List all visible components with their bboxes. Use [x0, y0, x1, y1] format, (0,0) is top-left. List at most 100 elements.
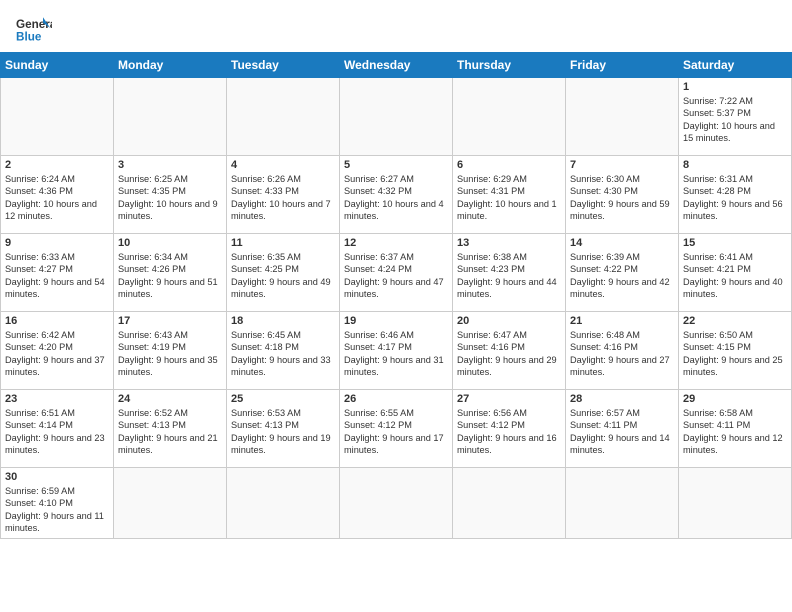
day-number: 15 — [683, 237, 787, 249]
day-number: 2 — [5, 159, 109, 171]
weekday-header-monday: Monday — [114, 53, 227, 78]
day-info: Sunrise: 6:48 AM Sunset: 4:16 PM Dayligh… — [570, 330, 670, 377]
calendar-cell: 8Sunrise: 6:31 AM Sunset: 4:28 PM Daylig… — [679, 156, 792, 234]
day-number: 7 — [570, 159, 674, 171]
calendar-cell: 12 Sunrise: 6:37 AM Sunset: 4:24 PM Dayli… — [340, 234, 453, 312]
calendar-cell — [679, 468, 792, 539]
calendar-cell: 14Sunrise: 6:39 AM Sunset: 4:22 PM Dayli… — [566, 234, 679, 312]
day-info: Sunrise: 6:38 AM Sunset: 4:23 PM Dayligh… — [457, 252, 557, 299]
day-info: Sunrise: 6:37 AM Sunset: 4:24 PM Dayligh… — [344, 252, 444, 299]
calendar-cell: 15 Sunrise: 6:41 AM Sunset: 4:21 PM Dayli… — [679, 234, 792, 312]
day-info: Sunrise: 6:57 AM Sunset: 4:11 PM Dayligh… — [570, 408, 670, 455]
logo-icon: General Blue — [16, 10, 52, 46]
calendar-cell — [114, 468, 227, 539]
day-info: Sunrise: 6:42 AM Sunset: 4:20 PM Dayligh… — [5, 330, 105, 377]
calendar-cell: 21 Sunrise: 6:48 AM Sunset: 4:16 PM Dayli… — [566, 312, 679, 390]
day-number: 16 — [5, 315, 109, 327]
calendar-cell: 5 Sunrise: 6:27 AM Sunset: 4:32 PM Daylig… — [340, 156, 453, 234]
day-info: Sunrise: 7:22 AM Sunset: 5:37 PM Dayligh… — [683, 96, 775, 143]
weekday-header-saturday: Saturday — [679, 53, 792, 78]
calendar-cell — [566, 468, 679, 539]
day-number: 19 — [344, 315, 448, 327]
day-number: 30 — [5, 471, 109, 483]
calendar-cell — [227, 78, 340, 156]
day-number: 11 — [231, 237, 335, 249]
day-number: 18 — [231, 315, 335, 327]
week-row-5: 23 Sunrise: 6:51 AM Sunset: 4:14 PM Dayli… — [1, 390, 792, 468]
calendar-cell — [1, 78, 114, 156]
calendar-cell: 1Sunrise: 7:22 AM Sunset: 5:37 PM Daylig… — [679, 78, 792, 156]
calendar-cell: 20 Sunrise: 6:47 AM Sunset: 4:16 PM Dayli… — [453, 312, 566, 390]
day-number: 6 — [457, 159, 561, 171]
calendar-cell: 27Sunrise: 6:56 AM Sunset: 4:12 PM Dayli… — [453, 390, 566, 468]
calendar-cell: 30Sunrise: 6:59 AM Sunset: 4:10 PM Dayli… — [1, 468, 114, 539]
calendar-cell: 3 Sunrise: 6:25 AM Sunset: 4:35 PM Daylig… — [114, 156, 227, 234]
logo: General Blue — [16, 10, 52, 46]
calendar-cell: 2 Sunrise: 6:24 AM Sunset: 4:36 PM Daylig… — [1, 156, 114, 234]
day-info: Sunrise: 6:33 AM Sunset: 4:27 PM Dayligh… — [5, 252, 105, 299]
day-info: Sunrise: 6:25 AM Sunset: 4:35 PM Dayligh… — [118, 174, 218, 221]
calendar-cell: 18Sunrise: 6:45 AM Sunset: 4:18 PM Dayli… — [227, 312, 340, 390]
calendar-table: SundayMondayTuesdayWednesdayThursdayFrid… — [0, 52, 792, 539]
calendar-cell: 28 Sunrise: 6:57 AM Sunset: 4:11 PM Dayli… — [566, 390, 679, 468]
calendar-cell: 6Sunrise: 6:29 AM Sunset: 4:31 PM Daylig… — [453, 156, 566, 234]
calendar-cell: 7Sunrise: 6:30 AM Sunset: 4:30 PM Daylig… — [566, 156, 679, 234]
day-number: 29 — [683, 393, 787, 405]
day-info: Sunrise: 6:34 AM Sunset: 4:26 PM Dayligh… — [118, 252, 218, 299]
calendar-cell — [340, 78, 453, 156]
calendar-cell: 25Sunrise: 6:53 AM Sunset: 4:13 PM Dayli… — [227, 390, 340, 468]
day-info: Sunrise: 6:52 AM Sunset: 4:13 PM Dayligh… — [118, 408, 218, 455]
calendar-cell: 10 Sunrise: 6:34 AM Sunset: 4:26 PM Dayli… — [114, 234, 227, 312]
week-row-1: 1Sunrise: 7:22 AM Sunset: 5:37 PM Daylig… — [1, 78, 792, 156]
day-number: 12 — [344, 237, 448, 249]
day-number: 23 — [5, 393, 109, 405]
calendar-cell: 23 Sunrise: 6:51 AM Sunset: 4:14 PM Dayli… — [1, 390, 114, 468]
calendar-cell: 9Sunrise: 6:33 AM Sunset: 4:27 PM Daylig… — [1, 234, 114, 312]
day-number: 22 — [683, 315, 787, 327]
day-number: 5 — [344, 159, 448, 171]
day-number: 4 — [231, 159, 335, 171]
day-number: 17 — [118, 315, 222, 327]
page-header: General Blue — [0, 0, 792, 52]
calendar-cell: 24Sunrise: 6:52 AM Sunset: 4:13 PM Dayli… — [114, 390, 227, 468]
day-number: 20 — [457, 315, 561, 327]
week-row-6: 30Sunrise: 6:59 AM Sunset: 4:10 PM Dayli… — [1, 468, 792, 539]
week-row-4: 16 Sunrise: 6:42 AM Sunset: 4:20 PM Dayli… — [1, 312, 792, 390]
day-info: Sunrise: 6:24 AM Sunset: 4:36 PM Dayligh… — [5, 174, 97, 221]
calendar-cell — [453, 468, 566, 539]
day-info: Sunrise: 6:26 AM Sunset: 4:33 PM Dayligh… — [231, 174, 331, 221]
day-info: Sunrise: 6:41 AM Sunset: 4:21 PM Dayligh… — [683, 252, 783, 299]
day-info: Sunrise: 6:55 AM Sunset: 4:12 PM Dayligh… — [344, 408, 444, 455]
day-number: 13 — [457, 237, 561, 249]
day-info: Sunrise: 6:50 AM Sunset: 4:15 PM Dayligh… — [683, 330, 783, 377]
calendar-cell: 4 Sunrise: 6:26 AM Sunset: 4:33 PM Daylig… — [227, 156, 340, 234]
day-info: Sunrise: 6:31 AM Sunset: 4:28 PM Dayligh… — [683, 174, 783, 221]
calendar-cell: 19 Sunrise: 6:46 AM Sunset: 4:17 PM Dayli… — [340, 312, 453, 390]
calendar-cell: 16 Sunrise: 6:42 AM Sunset: 4:20 PM Dayli… — [1, 312, 114, 390]
day-number: 21 — [570, 315, 674, 327]
calendar-cell: 17Sunrise: 6:43 AM Sunset: 4:19 PM Dayli… — [114, 312, 227, 390]
week-row-2: 2 Sunrise: 6:24 AM Sunset: 4:36 PM Daylig… — [1, 156, 792, 234]
calendar-cell: 22 Sunrise: 6:50 AM Sunset: 4:15 PM Dayli… — [679, 312, 792, 390]
calendar-body: 1Sunrise: 7:22 AM Sunset: 5:37 PM Daylig… — [1, 78, 792, 539]
svg-text:Blue: Blue — [16, 31, 42, 44]
calendar-cell: 13 Sunrise: 6:38 AM Sunset: 4:23 PM Dayli… — [453, 234, 566, 312]
calendar-cell: 26 Sunrise: 6:55 AM Sunset: 4:12 PM Dayli… — [340, 390, 453, 468]
day-info: Sunrise: 6:35 AM Sunset: 4:25 PM Dayligh… — [231, 252, 331, 299]
calendar-cell — [114, 78, 227, 156]
weekday-header-wednesday: Wednesday — [340, 53, 453, 78]
day-info: Sunrise: 6:47 AM Sunset: 4:16 PM Dayligh… — [457, 330, 557, 377]
weekday-header-thursday: Thursday — [453, 53, 566, 78]
day-number: 25 — [231, 393, 335, 405]
day-number: 26 — [344, 393, 448, 405]
day-number: 14 — [570, 237, 674, 249]
calendar-cell — [340, 468, 453, 539]
week-row-3: 9Sunrise: 6:33 AM Sunset: 4:27 PM Daylig… — [1, 234, 792, 312]
weekday-header-tuesday: Tuesday — [227, 53, 340, 78]
day-info: Sunrise: 6:51 AM Sunset: 4:14 PM Dayligh… — [5, 408, 105, 455]
day-info: Sunrise: 6:27 AM Sunset: 4:32 PM Dayligh… — [344, 174, 444, 221]
day-number: 28 — [570, 393, 674, 405]
day-info: Sunrise: 6:46 AM Sunset: 4:17 PM Dayligh… — [344, 330, 444, 377]
day-number: 10 — [118, 237, 222, 249]
day-number: 3 — [118, 159, 222, 171]
